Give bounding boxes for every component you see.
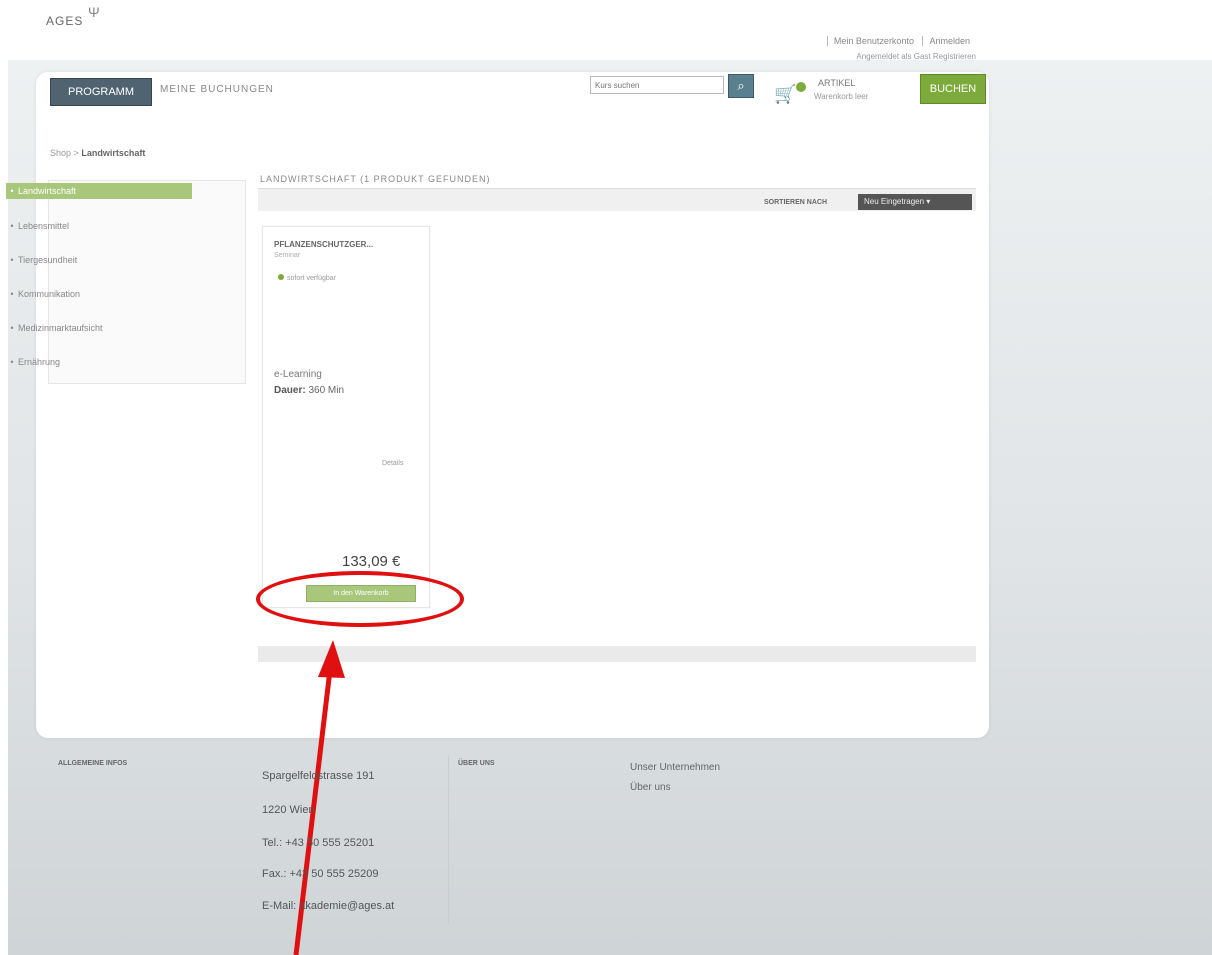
footer-address-street: Spargelfeldstrasse 191 [262, 770, 375, 782]
footer-link-unternehmen[interactable]: Unser Unternehmen [630, 762, 720, 773]
footer-about-heading: ÜBER UNS [458, 760, 495, 767]
footer-address-city: 1220 Wien [262, 804, 315, 816]
footer-email[interactable]: E-Mail: akademie@ages.at [262, 900, 394, 912]
footer-divider [448, 756, 449, 924]
footer-phone: Tel.: +43 50 555 25201 [262, 837, 375, 849]
footer-link-ueber-uns[interactable]: Über uns [630, 782, 671, 793]
pointer-arrow-annotation [293, 640, 345, 955]
footer-info-heading: ALLGEMEINE INFOS [58, 760, 128, 767]
footer-fax: Fax.: +43 50 555 25209 [262, 868, 379, 880]
